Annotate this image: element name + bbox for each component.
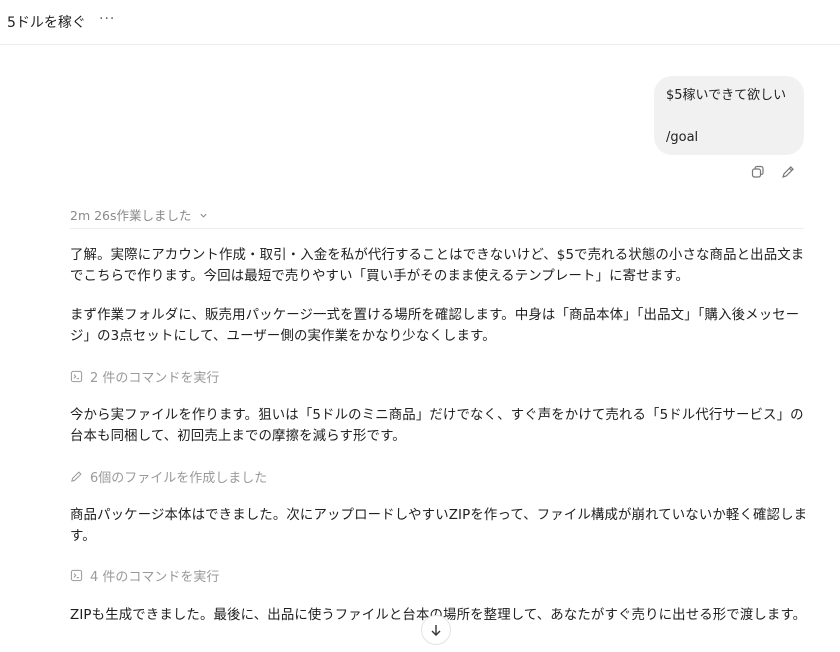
copy-icon[interactable] <box>750 164 766 180</box>
user-message-bubble: $5稼いできて欲しい /goal <box>654 76 804 155</box>
user-message-line-1: $5稼いできて欲しい <box>666 88 787 103</box>
file-step[interactable]: 6個のファイルを作成しました <box>70 467 268 486</box>
assistant-paragraph-1: 了解。実際にアカウント作成・取引・入金を私が代行することはできないけど、$5で売… <box>70 248 805 284</box>
command-step-2-label: 4 件のコマンドを実行 <box>90 569 220 585</box>
assistant-paragraph-3: 今から実ファイルを作ります。狙いは「5ドルのミニ商品」だけでなく、すぐ声をかけて… <box>70 408 804 444</box>
arrow-down-icon <box>431 625 441 636</box>
top-bar: 5ドルを稼ぐ ··· <box>0 0 840 45</box>
scroll-to-bottom-button[interactable] <box>421 615 451 645</box>
command-step-2[interactable]: 4 件のコマンドを実行 <box>70 566 220 585</box>
command-step-1-label: 2 件のコマンドを実行 <box>90 370 220 386</box>
conversation-title: 5ドルを稼ぐ <box>7 15 86 31</box>
more-options-icon[interactable]: ··· <box>99 10 117 28</box>
file-step-label: 6個のファイルを作成しました <box>90 470 268 486</box>
chevron-down-icon <box>199 208 208 223</box>
work-duration-label: 2m 26s作業しました <box>70 208 192 223</box>
divider <box>70 228 804 229</box>
command-step-1[interactable]: 2 件のコマンドを実行 <box>70 367 220 386</box>
terminal-icon <box>70 370 83 382</box>
assistant-paragraph-2: まず作業フォルダに、販売用パッケージ一式を置ける場所を確認します。中身は「商品本… <box>70 308 800 344</box>
terminal-icon <box>70 569 83 581</box>
assistant-paragraph-4: 商品パッケージ本体はできました。次にアップロードしやすいZIPを作って、ファイル… <box>70 508 808 544</box>
work-duration-toggle[interactable]: 2m 26s作業しました <box>70 205 208 224</box>
user-message-line-2: /goal <box>666 130 699 145</box>
pencil-icon[interactable] <box>780 164 796 180</box>
pencil-icon <box>71 470 82 482</box>
